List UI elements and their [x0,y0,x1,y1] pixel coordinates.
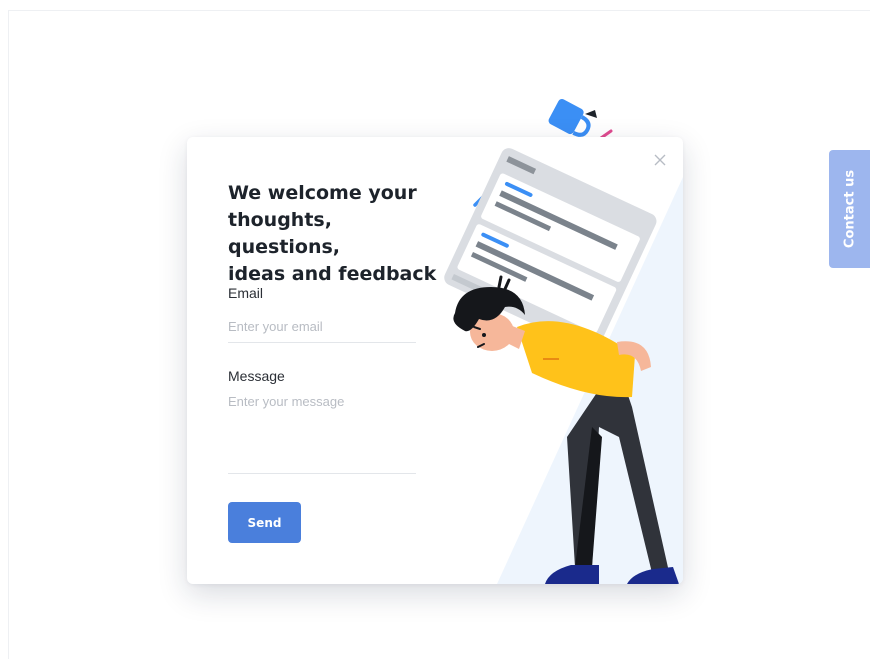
send-button[interactable]: Send [228,502,301,543]
feedback-modal: We welcome your thoughts, questions, ide… [187,137,683,584]
email-field[interactable] [228,311,416,343]
message-label: Message [228,368,285,384]
message-field[interactable] [228,394,416,474]
page-title: We welcome your thoughts, questions, ide… [228,182,437,285]
email-label: Email [228,285,264,301]
page-border-left [8,10,9,659]
contact-us-label: Contact us [842,169,857,249]
mug-icon [548,99,597,137]
close-button[interactable] [651,151,669,169]
contact-us-tab[interactable]: Contact us [829,150,870,268]
close-icon [654,154,666,166]
page-border-top [8,10,870,11]
